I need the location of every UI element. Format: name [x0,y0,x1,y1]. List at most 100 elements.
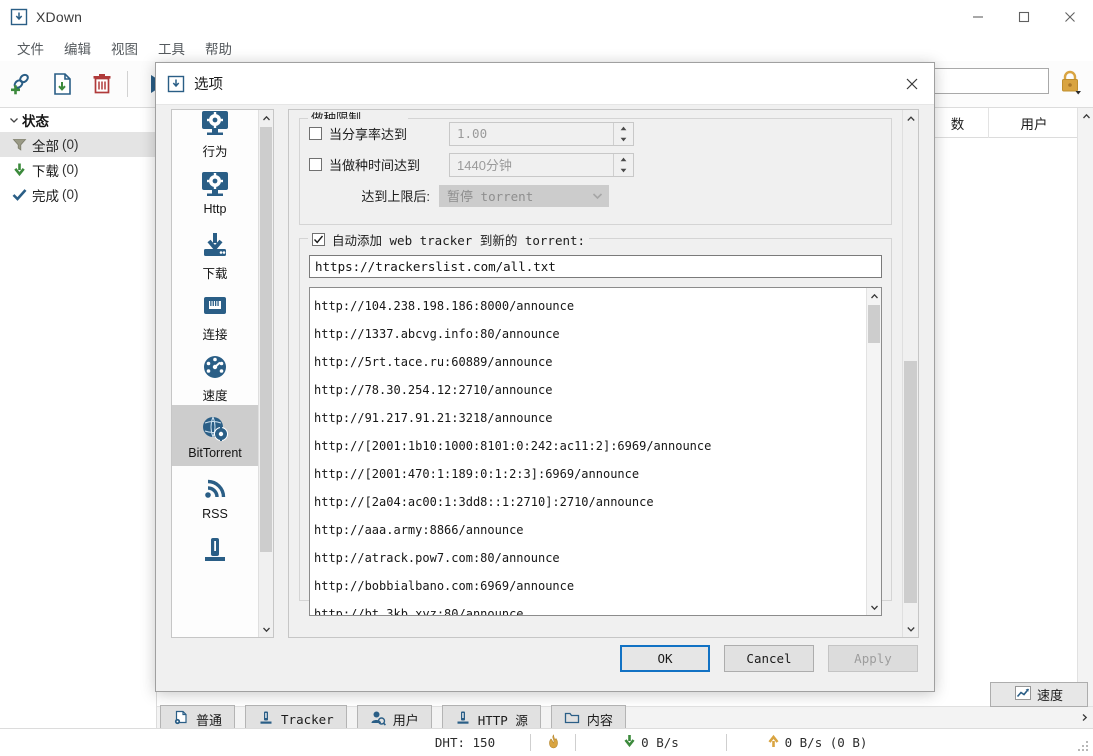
seed-time-limit-value: 1440分钟 [450,155,512,174]
tab-tracker-label: Tracker [281,712,334,727]
auto-tracker-checkbox[interactable] [312,233,325,246]
tracker-url-input[interactable]: https://trackerslist.com/all.txt [309,255,882,278]
ratio-limit-checkbox[interactable] [309,127,322,140]
list-item[interactable]: http://91.217.91.21:3218/announce [314,404,866,432]
nav-item-http-label: Http [204,202,227,216]
lock-icon[interactable] [1053,64,1087,100]
list-item[interactable]: http://aaa.army:8866/announce [314,516,866,544]
nav-item-download-label: 下载 [202,263,227,282]
nav-item-http[interactable]: Http [172,161,258,222]
status-bar: DHT: 150 0 B/s 0 B/s (0 B) [0,728,1093,756]
sidebar-item-all[interactable]: 全部 (0) [0,132,156,157]
list-item[interactable]: http://104.238.198.186:8000/announce [314,292,866,320]
list-item[interactable]: http://atrack.pow7.com:80/announce [314,544,866,572]
xdown-logo-icon [10,8,28,26]
add-link-button[interactable] [4,65,40,103]
spinner-up-icon[interactable] [614,154,633,165]
options-panel-scrollbar[interactable] [902,110,918,637]
chevron-down-icon [592,188,603,203]
xdown-main-window: XDown 文件 编辑 视图 工具 帮助 [0,0,1093,756]
minimize-icon[interactable] [955,0,1001,34]
rss-icon [200,473,230,505]
auto-tracker-group: 自动添加 web tracker 到新的 torrent: https://tr… [299,238,892,601]
ratio-limit-value: 1.00 [450,126,487,141]
nav-item-speed[interactable]: 速度 [172,344,258,405]
ratio-spinner-buttons[interactable] [613,123,633,145]
sidebar-item-downloading[interactable]: 下载 (0) [0,157,156,182]
spinner-up-icon[interactable] [614,123,633,134]
dialog-close-icon[interactable] [890,63,934,105]
nav-item-download[interactable]: 下载 [172,222,258,283]
tracker-pin-icon [258,710,274,729]
nav-item-tracker[interactable] [172,527,258,588]
options-nav-scrollbar[interactable] [258,110,273,637]
scroll-right-icon[interactable] [1075,708,1093,728]
menu-help[interactable]: 帮助 [196,35,241,61]
scroll-down-icon[interactable] [903,620,919,637]
menu-view[interactable]: 视图 [102,35,147,61]
seed-time-limit-spinner[interactable]: 1440分钟 [449,153,634,177]
dht-status: DHT: 150 [400,729,530,756]
list-item[interactable]: http://1337.abcvg.info:80/announce [314,320,866,348]
ok-button[interactable]: OK [620,645,710,672]
nav-item-rss[interactable]: RSS [172,466,258,527]
down-arrow-icon [8,162,30,177]
tracker-list-scrollbar[interactable] [866,288,881,615]
options-panel-content: 做种限制 当分享率达到 1.00 [289,110,902,637]
scroll-up-icon[interactable] [1078,108,1093,124]
options-dialog: 选项 [155,62,935,692]
sidebar-item-completed[interactable]: 完成 (0) [0,182,156,207]
column-header-count[interactable]: 数 [927,108,989,138]
nav-item-connection[interactable]: 连接 [172,283,258,344]
add-torrent-file-button[interactable] [44,65,80,103]
seed-time-limit-checkbox[interactable] [309,158,322,171]
list-item[interactable]: http://[2001:470:1:189:0:1:2:3]:6969/ann… [314,460,866,488]
scroll-up-icon[interactable] [867,288,882,304]
scroll-down-icon[interactable] [867,599,882,615]
tracker-url-input-wrapper[interactable]: https://trackerslist.com/all.txt [309,255,882,278]
maximize-icon[interactable] [1001,0,1047,34]
download-tray-icon [200,229,230,261]
close-icon[interactable] [1047,0,1093,34]
list-item[interactable]: http://[2001:1b10:1000:8101:0:242:ac11:2… [314,432,866,460]
menu-file[interactable]: 文件 [8,35,53,61]
list-item[interactable]: http://[2a04:ac00:1:3dd8::1:2710]:2710/a… [314,488,866,516]
tracker-list-scroll-thumb[interactable] [868,305,880,343]
nav-item-bittorrent[interactable]: BitTorrent [172,405,258,466]
speed-button[interactable]: 速度 [990,682,1088,707]
tracker-url-list[interactable]: http://104.238.198.186:8000/announce htt… [309,287,882,616]
limit-action-label: 达到上限后: [300,186,439,205]
ratio-limit-spinner[interactable]: 1.00 [449,122,634,146]
menu-edit[interactable]: 编辑 [55,35,100,61]
list-item[interactable]: http://bobbialbano.com:6969/announce [314,572,866,600]
sidebar-item-completed-label: 完成 [32,185,59,205]
spinner-down-icon[interactable] [614,134,633,145]
tab-http-sources-label: HTTP 源 [478,710,528,729]
spinner-down-icon[interactable] [614,165,633,176]
firewall-status[interactable] [531,729,575,756]
scroll-down-icon[interactable] [259,621,274,637]
list-item[interactable]: http://78.30.254.12:2710/announce [314,376,866,404]
window-controls [955,0,1093,34]
nav-item-behavior[interactable]: 行为 [172,100,258,161]
seeding-limits-group: 做种限制 当分享率达到 1.00 [299,118,892,225]
options-panel-scroll-thumb[interactable] [904,361,917,603]
cancel-button[interactable]: Cancel [724,645,814,672]
delete-button[interactable] [84,65,120,103]
limit-action-row: 达到上限后: 暂停 torrent [300,180,891,211]
nav-item-speed-label: 速度 [202,385,227,404]
list-item[interactable]: http://5rt.tace.ru:60889/announce [314,348,866,376]
menu-tools[interactable]: 工具 [149,35,194,61]
upload-speed-label: 0 B/s (0 B) [785,735,868,750]
tab-content-label: 内容 [587,710,613,729]
torrent-list-vertical-scrollbar[interactable] [1077,108,1093,706]
scroll-up-icon[interactable] [259,110,274,126]
column-header-users[interactable]: 用户 [989,108,1079,138]
options-nav-scroll-thumb[interactable] [260,127,272,552]
scroll-up-icon[interactable] [903,110,919,127]
list-item[interactable]: http://bt.3kb.xyz:80/announce [314,600,866,616]
limit-action-dropdown[interactable]: 暂停 torrent [439,185,609,207]
time-spinner-buttons[interactable] [613,154,633,176]
sidebar-group-status[interactable]: 状态 [0,108,156,132]
resize-grip[interactable] [1078,741,1090,753]
